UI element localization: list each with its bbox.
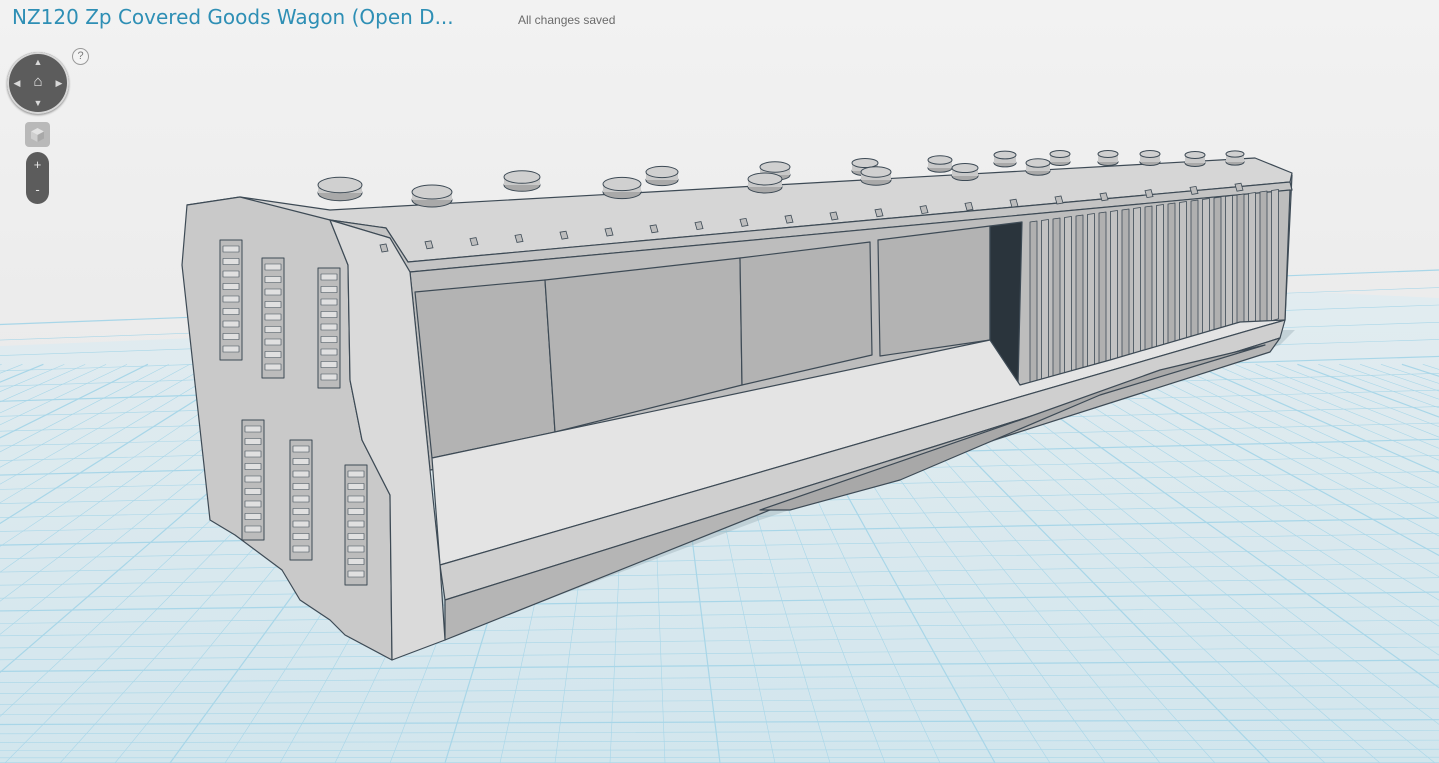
- chevron-left-icon[interactable]: ◀: [10, 76, 24, 90]
- navigation-wheel[interactable]: ▲ ▼ ◀ ▶ ⌂: [7, 52, 69, 114]
- zoom-controls: + -: [26, 152, 49, 204]
- help-button[interactable]: ?: [72, 48, 89, 65]
- document-title[interactable]: NZ120 Zp Covered Goods Wagon (Open D...: [12, 5, 454, 29]
- chevron-up-icon[interactable]: ▲: [31, 55, 45, 69]
- 3d-viewport[interactable]: [0, 0, 1439, 763]
- save-status: All changes saved: [518, 13, 616, 27]
- zoom-in-button[interactable]: +: [26, 153, 49, 177]
- zoom-out-button[interactable]: -: [26, 178, 49, 202]
- home-icon[interactable]: ⌂: [29, 73, 47, 91]
- view-cube-button[interactable]: [25, 122, 50, 147]
- chevron-right-icon[interactable]: ▶: [52, 76, 66, 90]
- chevron-down-icon[interactable]: ▼: [31, 96, 45, 110]
- cube-icon: [31, 128, 44, 142]
